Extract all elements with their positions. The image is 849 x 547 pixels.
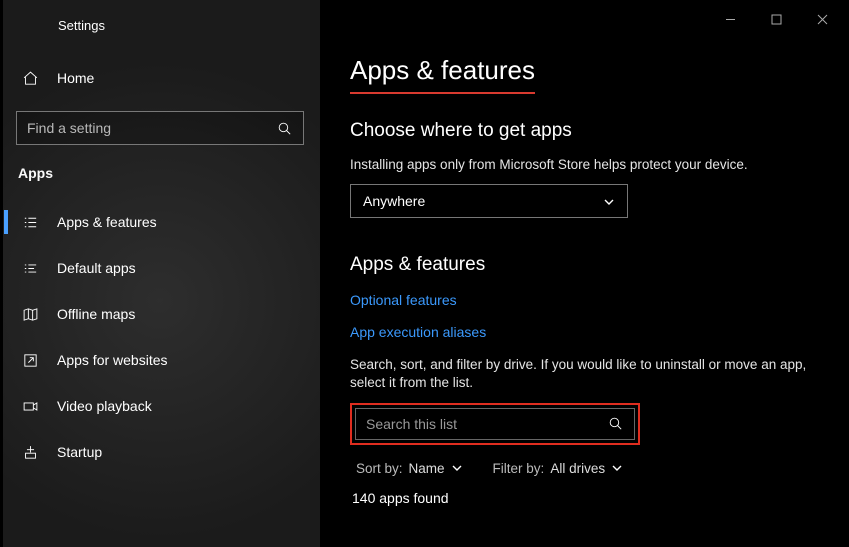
sidebar-search-input[interactable] <box>27 120 276 136</box>
chevron-down-icon <box>603 195 615 207</box>
filter-by-button[interactable]: Filter by: All drives <box>493 461 624 476</box>
app-source-value: Anywhere <box>363 193 425 209</box>
app-source-select[interactable]: Anywhere <box>350 184 628 218</box>
apps-features-heading: Apps & features <box>350 254 819 276</box>
chevron-down-icon <box>451 462 463 474</box>
apps-count: 140 apps found <box>350 490 819 506</box>
sidebar-item-apps-features[interactable]: Apps & features <box>0 199 320 245</box>
main-content: Apps & features Choose where to get apps… <box>320 0 849 547</box>
list-icon <box>22 214 39 231</box>
page-title: Apps & features <box>350 55 535 94</box>
sidebar-item-label: Default apps <box>57 260 136 276</box>
sidebar-item-default-apps[interactable]: Default apps <box>0 245 320 291</box>
app-list-search[interactable] <box>355 408 635 440</box>
sidebar-item-offline-maps[interactable]: Offline maps <box>0 291 320 337</box>
map-icon <box>22 306 39 323</box>
sidebar-search[interactable] <box>16 111 304 145</box>
sort-value: Name <box>409 461 445 476</box>
sidebar-home-label: Home <box>57 70 94 86</box>
chevron-down-icon <box>611 462 623 474</box>
sidebar-item-startup[interactable]: Startup <box>0 429 320 475</box>
sidebar-item-label: Apps for websites <box>57 352 168 368</box>
choose-heading: Choose where to get apps <box>350 120 819 142</box>
filter-desc: Search, sort, and filter by drive. If yo… <box>350 356 819 392</box>
app-execution-aliases-link[interactable]: App execution aliases <box>350 324 819 340</box>
filter-value: All drives <box>550 461 605 476</box>
search-icon <box>276 120 293 137</box>
sidebar: Settings Home Apps Apps & features Defau… <box>0 0 320 547</box>
search-list-highlight <box>350 403 640 445</box>
optional-features-link[interactable]: Optional features <box>350 292 819 308</box>
sidebar-item-video-playback[interactable]: Video playback <box>0 383 320 429</box>
sidebar-home[interactable]: Home <box>0 61 320 95</box>
window-controls <box>707 4 845 34</box>
sidebar-item-label: Offline maps <box>57 306 135 322</box>
startup-icon <box>22 444 39 461</box>
sidebar-item-label: Startup <box>57 444 102 460</box>
close-button[interactable] <box>799 4 845 34</box>
video-icon <box>22 398 39 415</box>
minimize-button[interactable] <box>707 4 753 34</box>
sidebar-item-apps-for-websites[interactable]: Apps for websites <box>0 337 320 383</box>
window-title: Settings <box>0 18 320 33</box>
defaults-icon <box>22 260 39 277</box>
sidebar-item-label: Apps & features <box>57 214 157 230</box>
open-icon <box>22 352 39 369</box>
sidebar-section-label: Apps <box>0 165 320 181</box>
home-icon <box>22 70 39 87</box>
maximize-button[interactable] <box>753 4 799 34</box>
search-icon <box>607 415 624 432</box>
sort-by-button[interactable]: Sort by: Name <box>356 461 463 476</box>
app-list-search-input[interactable] <box>366 416 607 432</box>
sort-label: Sort by: <box>356 461 403 476</box>
filter-label: Filter by: <box>493 461 545 476</box>
choose-desc: Installing apps only from Microsoft Stor… <box>350 156 819 174</box>
sidebar-item-label: Video playback <box>57 398 152 414</box>
sort-filter-row: Sort by: Name Filter by: All drives <box>350 461 819 476</box>
